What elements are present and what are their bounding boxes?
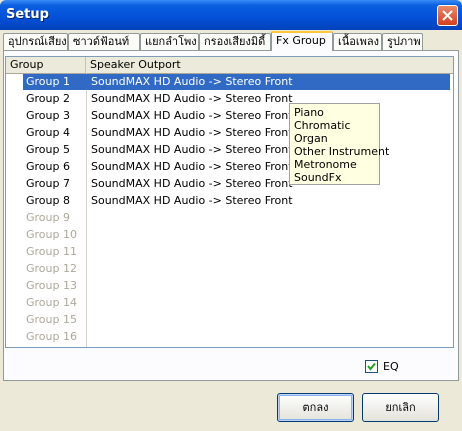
table-row[interactable]: Group 7 SoundMAX HD Audio -> Stereo Front — [6, 176, 453, 193]
group-cell: Group 6 — [26, 160, 70, 173]
instrument-context-menu: Piano Chromatic Organ Other Instrument Metro… — [289, 103, 389, 185]
group-cell: Group 1 — [26, 75, 70, 88]
group-cell: Group 14 — [26, 296, 77, 309]
group-cell: Group 4 — [26, 126, 70, 139]
speaker-outport-cell[interactable]: SoundMAX HD Audio -> Stereo Front — [91, 193, 441, 209]
group-cell: Group 16 — [26, 330, 77, 343]
group-cell: Group 5 — [26, 143, 70, 156]
group-cell: Group 12 — [26, 262, 77, 275]
table-row: Group 14 — [6, 295, 453, 312]
menu-item[interactable]: Other Instrument — [294, 145, 389, 158]
tab-1[interactable]: อุปกรณ์เสียง — [3, 33, 68, 50]
table-row: Group 9 — [6, 210, 453, 227]
cancel-button[interactable]: ยกเลิก — [362, 393, 439, 422]
group-cell: Group 10 — [26, 228, 77, 241]
title-bar[interactable]: Setup — [0, 0, 462, 30]
group-cell: Group 15 — [26, 313, 77, 326]
menu-item[interactable]: SoundFx — [294, 171, 379, 184]
menu-item[interactable]: Chromatic — [294, 119, 379, 132]
ok-button[interactable]: ตกลง — [277, 393, 354, 422]
menu-item[interactable]: Metronome — [294, 158, 379, 171]
tab-6[interactable]: เนื้อเพลง — [333, 33, 382, 50]
table-row: Group 12 — [6, 261, 453, 278]
table-header: Group Speaker Outport — [6, 57, 453, 74]
speaker-outport-cell[interactable]: SoundMAX HD Audio -> Stereo Front — [91, 108, 441, 124]
tab-3[interactable]: แยกลำโพง — [140, 33, 199, 50]
table-row: Group 16 — [6, 329, 453, 346]
column-header-speaker-outport[interactable]: Speaker Outport — [86, 57, 453, 73]
window-title: Setup — [6, 7, 49, 22]
eq-checkbox-box[interactable] — [365, 360, 378, 373]
tab-4[interactable]: กรองเสียงมิดี้ — [199, 33, 271, 50]
speaker-outport-cell[interactable]: SoundMAX HD Audio -> Stereo Front — [91, 74, 441, 90]
tab-7[interactable]: รูปภาพ — [382, 33, 423, 50]
speaker-outport-cell[interactable]: SoundMAX HD Audio -> Stereo Front — [91, 159, 441, 175]
table-row[interactable]: Group 4 SoundMAX HD Audio -> Stereo Front — [6, 125, 453, 142]
table-row[interactable]: Group 3 SoundMAX HD Audio -> Stereo Front — [6, 108, 453, 125]
table-row[interactable]: Group 8 SoundMAX HD Audio -> Stereo Front — [6, 193, 453, 210]
setup-dialog: Setup อุปกรณ์เสียง ซาวด์ฟ้อนท์ แยกลำโพง กรอ… — [0, 0, 462, 431]
tab-5[interactable]: Fx Group — [271, 31, 333, 51]
table-row: Group 11 — [6, 244, 453, 261]
menu-item[interactable]: Organ — [294, 132, 379, 145]
table-row[interactable]: Group 1 SoundMAX HD Audio -> Stereo Front — [6, 74, 453, 91]
group-cell: Group 13 — [26, 279, 77, 292]
close-button[interactable] — [437, 5, 458, 26]
table-row: Group 13 — [6, 278, 453, 295]
speaker-outport-cell[interactable]: SoundMAX HD Audio -> Stereo Front — [91, 125, 441, 141]
tab-2[interactable]: ซาวด์ฟ้อนท์ — [68, 33, 140, 50]
eq-label: EQ — [383, 360, 399, 373]
fx-group-table[interactable]: Group Speaker Outport Group 1 SoundMAX HD… — [5, 56, 454, 348]
group-cell: Group 11 — [26, 245, 77, 258]
group-cell: Group 9 — [26, 211, 70, 224]
table-row[interactable]: Group 6 SoundMAX HD Audio -> Stereo Front — [6, 159, 453, 176]
group-cell: Group 2 — [26, 92, 70, 105]
table-row: Group 15 — [6, 312, 453, 329]
column-header-group[interactable]: Group — [6, 57, 86, 73]
speaker-outport-cell[interactable]: SoundMAX HD Audio -> Stereo Front — [91, 91, 441, 107]
group-cell: Group 8 — [26, 194, 70, 207]
group-cell: Group 7 — [26, 177, 70, 190]
table-row: Group 10 — [6, 227, 453, 244]
table-row[interactable]: Group 2 SoundMAX HD Audio -> Stereo Front — [6, 91, 453, 108]
menu-item[interactable]: Piano — [294, 106, 379, 119]
group-cell: Group 3 — [26, 109, 70, 122]
speaker-outport-cell[interactable]: SoundMAX HD Audio -> Stereo Front — [91, 176, 441, 192]
